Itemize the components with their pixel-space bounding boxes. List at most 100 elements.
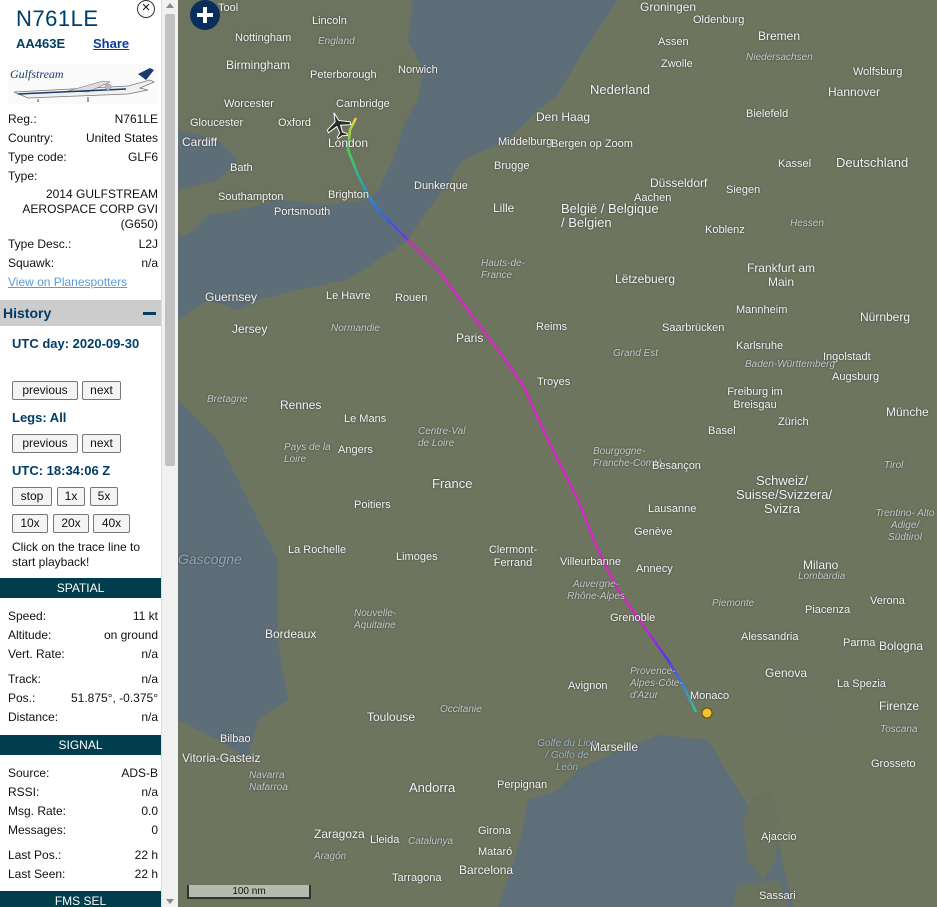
scroll-up-arrow-icon[interactable] xyxy=(166,3,174,8)
vrate-value: n/a xyxy=(141,647,158,661)
source-label: Source: xyxy=(8,766,50,780)
signal-header[interactable]: SIGNAL xyxy=(0,735,161,755)
map-label: Andorra xyxy=(409,780,456,795)
map-label: Basel xyxy=(708,425,736,437)
map-label: Le Havre xyxy=(326,290,371,302)
map-label: Bielefeld xyxy=(746,108,789,120)
typedesc-value: L2J xyxy=(138,237,158,251)
speed-1x-button[interactable]: 1x xyxy=(57,487,85,506)
map-label: Alessandria xyxy=(741,631,799,643)
scrollbar-thumb[interactable] xyxy=(165,14,175,466)
map-label: Peterborough xyxy=(310,69,377,81)
next-day-button[interactable]: next xyxy=(82,381,121,400)
zoom-in-button[interactable] xyxy=(190,0,220,30)
map-label: Assen xyxy=(658,36,689,48)
map-label: Annecy xyxy=(636,563,673,575)
map-label: Nouvelle- Aquitaine xyxy=(354,608,397,631)
map-label: Reims xyxy=(536,321,568,333)
map-label: Oldenburg xyxy=(693,14,745,26)
previous-day-button[interactable]: previous xyxy=(12,381,78,400)
share-link[interactable]: Share xyxy=(93,36,129,51)
airport-marker-icon[interactable] xyxy=(701,707,713,719)
map-label: Jersey xyxy=(232,322,268,336)
map-label: Bologna xyxy=(879,639,924,653)
map-label: Brugge xyxy=(494,160,530,172)
map-label: Marseille xyxy=(590,740,639,754)
sidebar-scrollbar[interactable] xyxy=(161,0,178,907)
altitude-label: Altitude: xyxy=(8,628,52,642)
aircraft-callsign: N761LE xyxy=(16,6,99,31)
previous-leg-button[interactable]: previous xyxy=(12,434,78,453)
map-label: Nürnberg xyxy=(860,310,911,324)
close-icon[interactable]: × xyxy=(137,0,155,18)
map-label: Lausanne xyxy=(648,503,697,515)
map-label: Paris xyxy=(456,331,484,345)
aircraft-photo[interactable]: Gulfstream xyxy=(8,64,158,104)
map-label: Oxford xyxy=(278,117,312,129)
map-label: Bergen op Zoom xyxy=(551,138,633,150)
map-label: Zürich xyxy=(778,416,809,428)
info-row-country: Country: United States xyxy=(8,131,158,147)
aircraft-info-panel: N761LE × AA463E Share Gulfstream Reg.: N… xyxy=(0,0,161,907)
map-label: Milano xyxy=(803,558,839,572)
speed-5x-button[interactable]: 5x xyxy=(90,487,118,506)
lastseen-value: 22 h xyxy=(134,867,158,881)
map-label: Grand Est xyxy=(613,348,659,359)
type-label: Type: xyxy=(8,169,38,183)
map-label: Villeurbanne xyxy=(560,556,621,568)
map-label: Schweiz/ Suisse/Svizzera/ Svizra xyxy=(736,473,833,516)
spatial-row-pos: Pos.: 51.875°, -0.375° xyxy=(8,691,158,707)
map-label: Auvergne- Rhône-Alpes xyxy=(567,579,625,602)
map-label: Aragón xyxy=(314,851,347,862)
map-label: Gascogne xyxy=(178,551,242,567)
map-label: Hessen xyxy=(790,218,824,229)
playback-hint: Click on the trace line to start playbac… xyxy=(12,540,141,569)
map-label: Southampton xyxy=(218,191,284,203)
fms-header[interactable]: FMS SEL xyxy=(0,891,161,907)
country-value: United States xyxy=(85,131,158,145)
history-header[interactable]: History xyxy=(0,300,161,326)
map-label: Vitoria-Gasteiz xyxy=(182,751,261,765)
lastseen-label: Last Seen: xyxy=(8,867,66,881)
map-label: Gloucester xyxy=(190,117,244,129)
map-label: Baden-Württemberg xyxy=(745,359,836,370)
signal-row-rssi: RSSI: n/a xyxy=(8,785,158,801)
map-view[interactable]: Tool Lincoln Nottingham England Birmingh… xyxy=(178,0,937,907)
spatial-header[interactable]: SPATIAL xyxy=(0,578,161,598)
map-label: Kassel xyxy=(778,158,812,170)
speed-20x-button[interactable]: 20x xyxy=(53,514,89,533)
scroll-down-arrow-icon[interactable] xyxy=(166,899,174,904)
map-label: Trentino- Alto Adige/ Südtirol xyxy=(875,508,935,543)
spatial-row-distance: Distance: n/a xyxy=(8,710,158,726)
map-label: Bretagne xyxy=(207,394,248,405)
map-label: Bath xyxy=(230,162,253,174)
speed-10x-button[interactable]: 10x xyxy=(12,514,48,533)
stop-button[interactable]: stop xyxy=(12,487,52,506)
messages-value: 0 xyxy=(151,823,158,837)
map-label: Middelburg xyxy=(498,136,553,148)
map-label: Lincoln xyxy=(312,15,347,27)
map-label: Bordeaux xyxy=(265,627,317,641)
map-label: Toulouse xyxy=(367,710,416,724)
info-row-typedesc: Type Desc.: L2J xyxy=(8,237,158,253)
map-label: Limoges xyxy=(396,551,438,563)
info-row-type: Type: xyxy=(8,169,158,185)
history-title: History xyxy=(3,305,52,321)
speed-value: 11 kt xyxy=(132,609,158,623)
map-label: Piemonte xyxy=(712,598,755,609)
map-label: Zaragoza xyxy=(314,827,365,841)
messages-label: Messages: xyxy=(8,823,67,837)
vrate-label: Vert. Rate: xyxy=(8,647,65,661)
map-label: Tool xyxy=(218,2,239,14)
next-leg-button[interactable]: next xyxy=(82,434,121,453)
map-label: Toscana xyxy=(880,724,918,735)
speed-40x-button[interactable]: 40x xyxy=(93,514,130,533)
collapse-icon[interactable] xyxy=(143,312,156,315)
map-label: Firenze xyxy=(879,699,920,713)
planespotters-link[interactable]: View on Planespotters xyxy=(8,275,127,289)
track-label: Track: xyxy=(8,672,41,686)
map-label: Wolfsburg xyxy=(853,66,903,78)
map-label: Bremen xyxy=(758,29,801,43)
map-label: Piacenza xyxy=(805,604,851,616)
msgrate-value: 0.0 xyxy=(141,804,158,818)
